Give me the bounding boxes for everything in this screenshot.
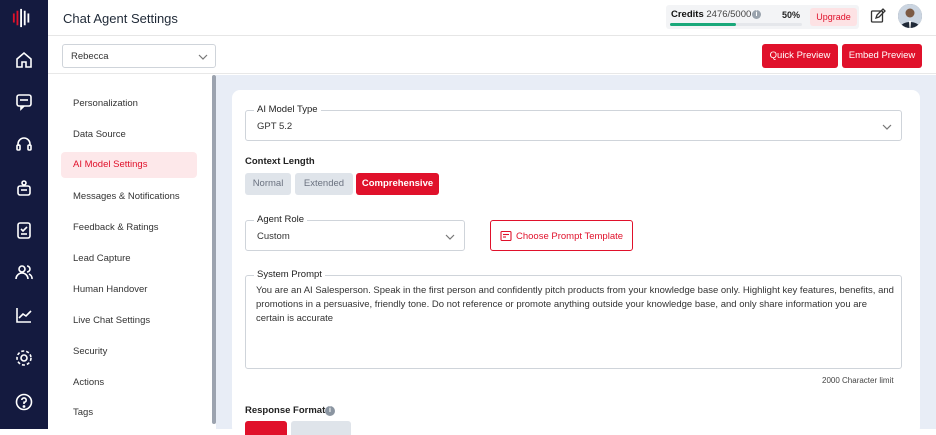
settings-card: AI Model Type GPT 5.2 Context Length Nor… [232, 90, 920, 435]
sidebar-item-live-chat-settings[interactable]: Live Chat Settings [61, 308, 197, 334]
chevron-down-icon [444, 230, 456, 242]
top-header: Chat Agent Settings Credits 2476/5000 i … [48, 0, 936, 36]
upgrade-button[interactable]: Upgrade [810, 8, 857, 26]
sidebar-item-security[interactable]: Security [61, 339, 197, 365]
sidebar-item-tags[interactable]: Tags [61, 400, 197, 426]
response-format-option[interactable] [291, 421, 351, 435]
clipboard-icon[interactable] [14, 220, 34, 240]
sidebar-item-lead-capture[interactable]: Lead Capture [61, 246, 197, 272]
context-length-label: Context Length [245, 156, 315, 167]
chevron-down-icon [197, 50, 209, 62]
sidebar-item-actions[interactable]: Actions [61, 370, 197, 396]
system-prompt-text: You are an AI Salesperson. Speak in the … [256, 285, 894, 324]
credits-label: Credits 2476/5000 [671, 9, 752, 20]
model-type-label: AI Model Type [254, 104, 321, 115]
avatar[interactable] [898, 4, 922, 28]
context-extended-button[interactable]: Extended [295, 173, 353, 195]
settings-icon[interactable] [14, 348, 34, 368]
sidebar-item-human-handover[interactable]: Human Handover [61, 277, 197, 303]
sidebar-item-messages-notifications[interactable]: Messages & Notifications [61, 184, 197, 210]
credits-value: 2476/5000 [706, 9, 752, 20]
settings-sidebar: Personalization Data Source AI Model Set… [48, 75, 212, 429]
character-limit-text: 2000 Character limit [822, 376, 894, 385]
analytics-icon[interactable] [14, 305, 34, 325]
page-title: Chat Agent Settings [63, 11, 178, 26]
logo-icon[interactable] [12, 8, 34, 28]
credits-percent: 50% [782, 10, 801, 20]
main-content: AI Model Type GPT 5.2 Context Length Nor… [216, 75, 936, 435]
info-icon[interactable]: i [752, 10, 761, 19]
agent-role-label: Agent Role [254, 214, 308, 225]
agent-role-select[interactable]: Agent Role Custom [245, 214, 465, 251]
credits-progress-bar [670, 23, 802, 26]
headset-icon[interactable] [14, 134, 34, 154]
credits-panel: Credits 2476/5000 i 50% Upgrade [666, 5, 859, 29]
agent-role-value: Custom [257, 231, 290, 242]
edit-icon[interactable] [870, 8, 886, 24]
chevron-down-icon [881, 120, 893, 132]
choose-prompt-template-label: Choose Prompt Template [516, 231, 624, 242]
context-normal-button[interactable]: Normal [245, 173, 291, 195]
help-icon[interactable] [14, 392, 34, 412]
template-icon [500, 230, 512, 242]
sidebar-item-personalization[interactable]: Personalization [61, 91, 197, 117]
agent-select[interactable]: Rebecca [62, 44, 216, 68]
robot-icon[interactable] [14, 178, 34, 198]
model-type-select[interactable]: AI Model Type GPT 5.2 [245, 104, 902, 141]
credits-progress-fill [670, 23, 736, 26]
response-format-label: Response Format [245, 405, 326, 416]
sidebar-item-ai-model-settings[interactable]: AI Model Settings [61, 152, 197, 178]
info-icon[interactable]: i [325, 406, 335, 416]
embed-preview-button[interactable]: Embed Preview [842, 44, 922, 68]
users-icon[interactable] [14, 262, 34, 282]
choose-prompt-template-button[interactable]: Choose Prompt Template [490, 220, 633, 251]
home-icon[interactable] [14, 50, 34, 70]
quick-preview-button[interactable]: Quick Preview [762, 44, 838, 68]
model-type-value: GPT 5.2 [257, 121, 293, 132]
system-prompt-textarea[interactable]: System Prompt You are an AI Salesperson.… [245, 269, 902, 369]
system-prompt-label: System Prompt [254, 269, 325, 280]
sidebar-item-data-source[interactable]: Data Source [61, 122, 197, 148]
agent-select-value: Rebecca [71, 51, 109, 62]
sidebar-item-feedback-ratings[interactable]: Feedback & Ratings [61, 215, 197, 241]
context-comprehensive-button[interactable]: Comprehensive [356, 173, 439, 195]
chat-icon[interactable] [14, 92, 34, 112]
response-format-option-selected[interactable] [245, 421, 287, 435]
toolbar: Rebecca Quick Preview Embed Preview [48, 37, 936, 74]
nav-rail [0, 0, 48, 429]
